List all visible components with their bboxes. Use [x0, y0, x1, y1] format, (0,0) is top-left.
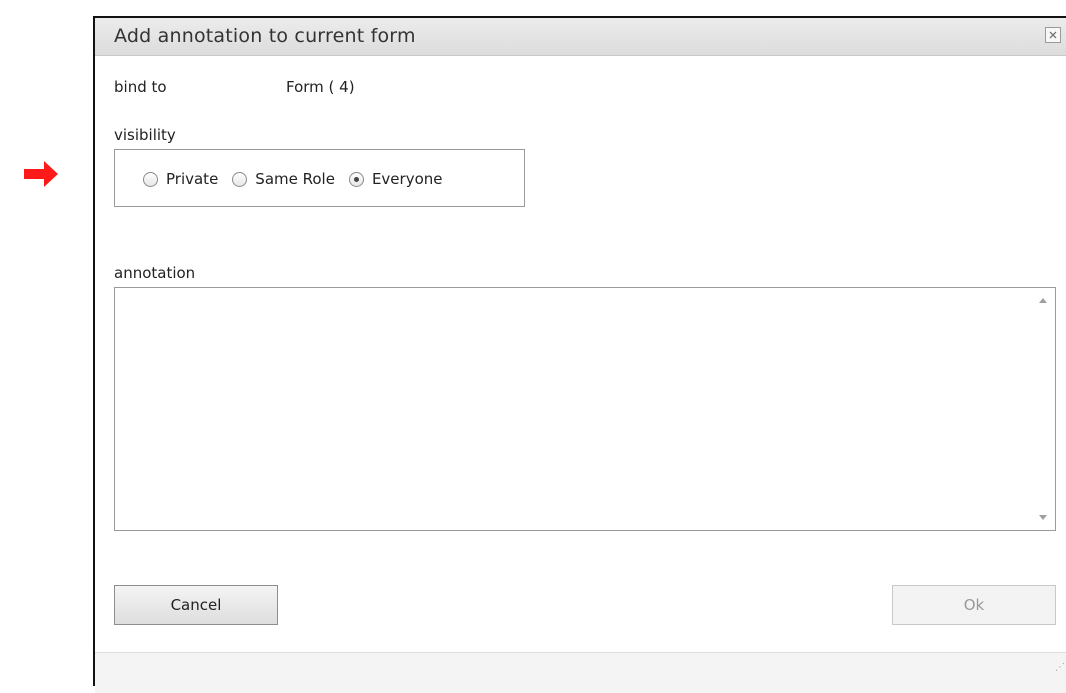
radio-private[interactable]: Private — [143, 170, 218, 188]
annotation-dialog: Add annotation to current form bind to F… — [93, 16, 1066, 693]
close-button[interactable] — [1045, 27, 1061, 43]
radio-label-everyone: Everyone — [371, 170, 443, 188]
visibility-group: Private Same Role Everyone — [114, 149, 525, 207]
resize-grip-icon[interactable]: ⋰ — [1055, 663, 1065, 673]
dialog-title: Add annotation to current form — [114, 25, 416, 47]
close-icon — [1049, 31, 1057, 39]
textarea-scrollbar[interactable] — [1031, 288, 1055, 530]
radio-label-same-role: Same Role — [255, 170, 335, 188]
radio-same-role[interactable]: Same Role — [232, 170, 335, 188]
right-arrow-icon — [24, 161, 58, 187]
bind-to-value: Form ( 4) — [286, 78, 355, 96]
annotation-textarea[interactable] — [114, 287, 1056, 531]
dialog-footer: ⋰ — [95, 652, 1066, 693]
cancel-button[interactable]: Cancel — [114, 585, 278, 625]
bind-to-label: bind to — [114, 78, 167, 96]
dialog-titlebar[interactable]: Add annotation to current form — [95, 18, 1066, 56]
scroll-down-icon[interactable] — [1039, 515, 1047, 520]
scroll-up-icon[interactable] — [1039, 298, 1047, 303]
ok-button-label: Ok — [963, 596, 985, 614]
cancel-button-label: Cancel — [170, 596, 222, 614]
radio-button-same-role[interactable] — [232, 171, 248, 187]
visibility-label: visibility — [114, 126, 176, 144]
radio-button-everyone[interactable] — [348, 171, 364, 187]
ok-button[interactable]: Ok — [892, 585, 1056, 625]
radio-button-private[interactable] — [143, 171, 158, 187]
radio-label-private: Private — [166, 170, 219, 188]
radio-everyone[interactable]: Everyone — [348, 170, 443, 188]
annotation-label: annotation — [114, 264, 196, 282]
